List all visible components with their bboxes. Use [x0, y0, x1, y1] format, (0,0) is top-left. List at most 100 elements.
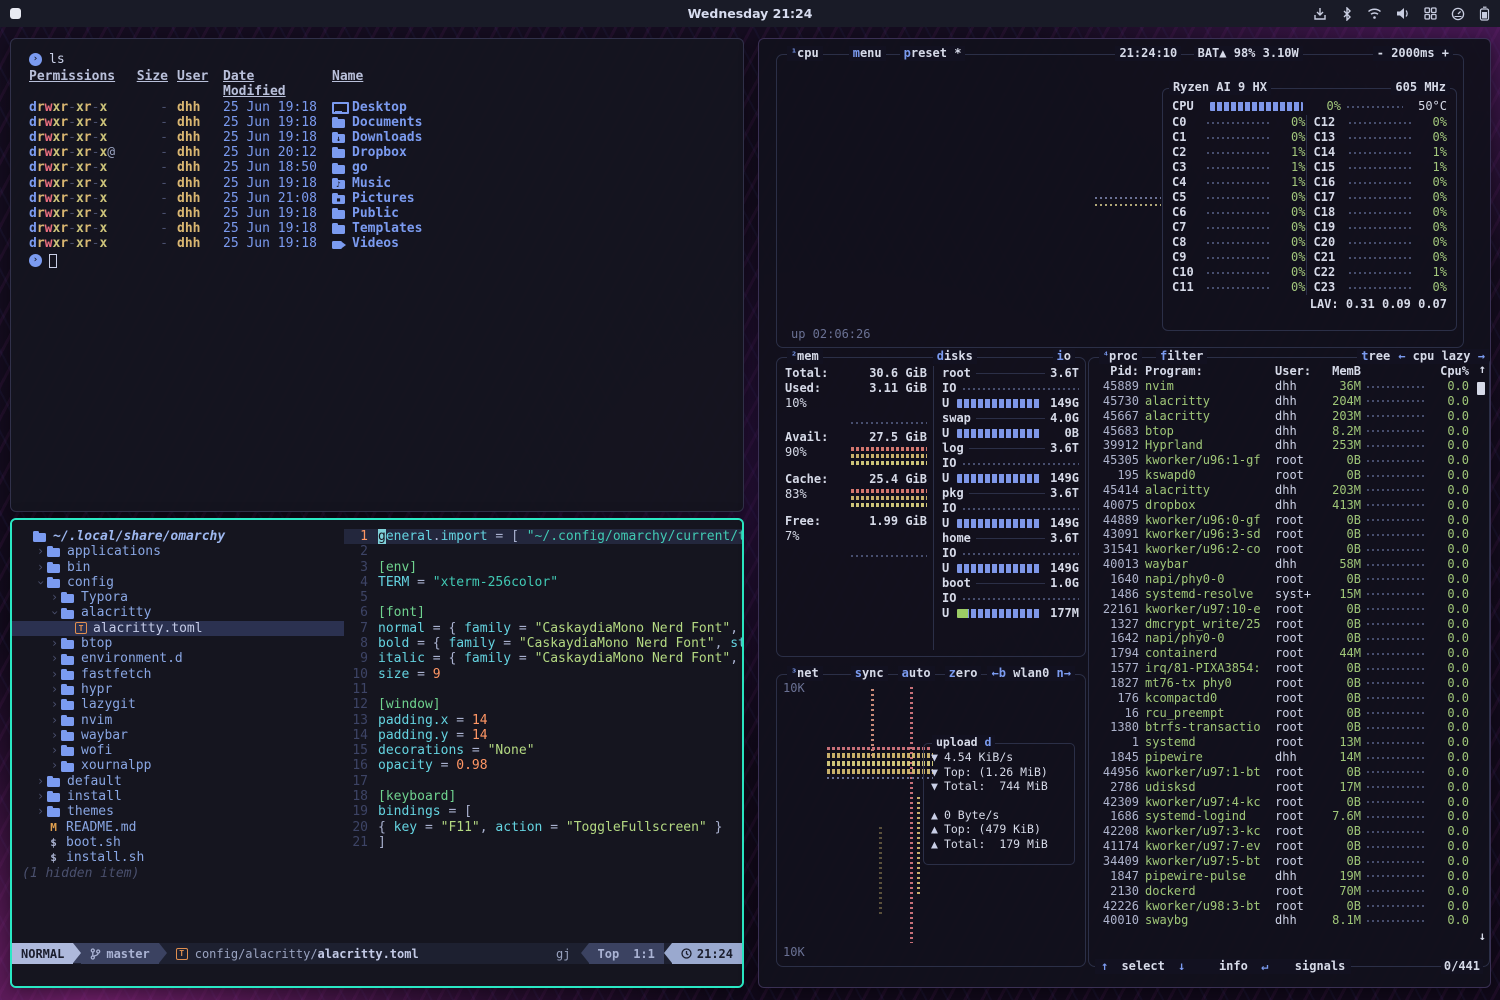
buffer-line[interactable]: 7normal = { family = "CaskaydiaMono Nerd…	[344, 621, 742, 636]
chevron-right-icon[interactable]: ›	[48, 728, 61, 743]
update-interval-control[interactable]: - 2000ms +	[1373, 46, 1453, 61]
process-row[interactable]: 1577irq/81-PIXA3854:root0B0.0	[1097, 661, 1475, 676]
tree-item-config[interactable]: ›config	[12, 575, 344, 590]
tree-item-alacritty.toml[interactable]: Talacritty.toml	[12, 621, 344, 636]
proc-footer-actions[interactable]: ↑ select ↓ info ↵ signals	[1095, 959, 1351, 974]
chevron-right-icon[interactable]: ›	[34, 560, 47, 575]
disks-title[interactable]: disks	[933, 349, 977, 364]
disks-io-toggle[interactable]: io	[1053, 349, 1075, 364]
proc-tree-button[interactable]: tree	[1357, 349, 1394, 364]
buffer-line[interactable]: 1general.import = [ "~/.config/omarchy/c…	[344, 529, 742, 544]
tree-item-default[interactable]: ›default	[12, 774, 344, 789]
process-row[interactable]: 44956kworker/u97:1-btroot0B0.0	[1097, 765, 1475, 780]
tree-item-applications[interactable]: ›applications	[12, 544, 344, 559]
process-row[interactable]: 1794containerdroot44M0.0	[1097, 646, 1475, 661]
process-row[interactable]: 42208kworker/u97:3-kcroot0B0.0	[1097, 824, 1475, 839]
process-row[interactable]: 42309kworker/u97:4-kcroot0B0.0	[1097, 795, 1475, 810]
tree-item-alacritty[interactable]: ›alacritty	[12, 605, 344, 620]
chevron-right-icon[interactable]: ›	[48, 697, 61, 712]
tree-item--.local-share-omarchy[interactable]: ~/.local/share/omarchy	[12, 529, 344, 544]
proc-filter-button[interactable]: filter	[1156, 349, 1207, 364]
tree-item-install[interactable]: ›install	[12, 789, 344, 804]
tree-item-typora[interactable]: ›Typora	[12, 590, 344, 605]
process-row[interactable]: 176kcompactd0root0B0.0	[1097, 691, 1475, 706]
process-row[interactable]: 1686systemd-logindroot7.6M0.0	[1097, 809, 1475, 824]
process-row[interactable]: 45730alacrittydhh204M0.0	[1097, 394, 1475, 409]
process-row[interactable]: 16rcu_preemptroot0B0.0	[1097, 706, 1475, 721]
chevron-right-icon[interactable]: ›	[48, 636, 61, 651]
dashboard-icon[interactable]	[1451, 7, 1465, 21]
git-branch[interactable]: master	[81, 943, 158, 964]
tree-item-boot.sh[interactable]: $boot.sh	[12, 835, 344, 850]
tree-item-readme.md[interactable]: MREADME.md	[12, 820, 344, 835]
buffer-line[interactable]: 12[window]	[344, 697, 742, 712]
cpu-box-title[interactable]: ¹cpu	[787, 46, 823, 61]
buffer-line[interactable]: 14padding.y = 14	[344, 728, 742, 743]
editor-buffer[interactable]: 1general.import = [ "~/.config/omarchy/c…	[344, 520, 742, 943]
updates-icon[interactable]	[1313, 7, 1327, 21]
process-row[interactable]: 45667alacrittydhh203M0.0	[1097, 409, 1475, 424]
volume-icon[interactable]	[1396, 7, 1410, 20]
tree-item-install.sh[interactable]: $install.sh	[12, 850, 344, 865]
buffer-line[interactable]: 20{ key = "F11", action = "ToggleFullscr…	[344, 820, 742, 835]
process-row[interactable]: 45305kworker/u96:1-gfroot0B0.0	[1097, 453, 1475, 468]
process-row[interactable]: 42226kworker/u98:3-btroot0B0.0	[1097, 899, 1475, 914]
buffer-line[interactable]: 16opacity = 0.98	[344, 758, 742, 773]
process-row[interactable]: 40075dropboxdhh413M0.0	[1097, 498, 1475, 513]
process-row[interactable]: 1827mt76-tx phy0root0B0.0	[1097, 676, 1475, 691]
process-row[interactable]: 40010swaybgdhh8.1M0.0	[1097, 913, 1475, 928]
menu-button[interactable]: menu	[849, 46, 886, 61]
tree-item-hypr[interactable]: ›hypr	[12, 682, 344, 697]
chevron-right-icon[interactable]: ›	[48, 651, 61, 666]
neovim-window[interactable]: ~/.local/share/omarchy›applications›bin›…	[10, 518, 744, 988]
tree-item-xournalpp[interactable]: ›xournalpp	[12, 758, 344, 773]
wifi-icon[interactable]	[1367, 7, 1382, 20]
proc-scroll-down[interactable]: ↓	[1479, 929, 1486, 944]
tree-item-waybar[interactable]: ›waybar	[12, 728, 344, 743]
workspaces-icon[interactable]	[1424, 7, 1437, 20]
buffer-line[interactable]: 2	[344, 544, 742, 559]
process-row[interactable]: 31541kworker/u96:2-coroot0B0.0	[1097, 542, 1475, 557]
chevron-right-icon[interactable]: ›	[34, 804, 47, 819]
process-row[interactable]: 1327dmcrypt_write/25root0B0.0	[1097, 617, 1475, 632]
buffer-line[interactable]: 8bold = { family = "CaskaydiaMono Nerd F…	[344, 636, 742, 651]
buffer-line[interactable]: 17	[344, 774, 742, 789]
chevron-right-icon[interactable]: ›	[34, 789, 47, 804]
process-row[interactable]: 45889nvimdhh36M0.0	[1097, 379, 1475, 394]
chevron-down-icon[interactable]: ›	[47, 607, 62, 620]
process-row[interactable]: 34409kworker/u97:5-btroot0B0.0	[1097, 854, 1475, 869]
process-row[interactable]: 45683btopdhh8.2M0.0	[1097, 424, 1475, 439]
chevron-right-icon[interactable]: ›	[34, 774, 47, 789]
process-row[interactable]: 43091kworker/u96:3-sdroot0B0.0	[1097, 527, 1475, 542]
process-row[interactable]: 1845pipewiredhh14M0.0	[1097, 750, 1475, 765]
buffer-line[interactable]: 9italic = { family = "CaskaydiaMono Nerd…	[344, 651, 742, 666]
chevron-right-icon[interactable]: ›	[48, 743, 61, 758]
process-row[interactable]: 1640napi/phy0-0root0B0.0	[1097, 572, 1475, 587]
process-row[interactable]: 41174kworker/u97:7-evroot0B0.0	[1097, 839, 1475, 854]
tree-item-nvim[interactable]: ›nvim	[12, 713, 344, 728]
bluetooth-icon[interactable]	[1341, 7, 1353, 21]
process-row[interactable]: 45414alacrittydhh203M0.0	[1097, 483, 1475, 498]
buffer-line[interactable]: 11	[344, 682, 742, 697]
process-row[interactable]: 1642napi/phy0-0root0B0.0	[1097, 631, 1475, 646]
buffer-line[interactable]: 10size = 9	[344, 667, 742, 682]
net-detail-title[interactable]: upload d	[932, 735, 995, 750]
mem-box-title[interactable]: ²mem	[787, 349, 823, 364]
buffer-line[interactable]: 13padding.x = 14	[344, 713, 742, 728]
preset-button[interactable]: preset *	[900, 46, 966, 61]
btop-window[interactable]: ¹cpu menu preset * 21:24:10 BAT▲ 98% 3.1…	[758, 38, 1491, 988]
tree-item-fastfetch[interactable]: ›fastfetch	[12, 667, 344, 682]
chevron-right-icon[interactable]: ›	[48, 758, 61, 773]
proc-box-title[interactable]: ⁴proc	[1099, 349, 1142, 364]
buffer-line[interactable]: 15decorations = "None"	[344, 743, 742, 758]
buffer-line[interactable]: 4TERM = "xterm-256color"	[344, 575, 742, 590]
proc-scrollbar[interactable]	[1477, 382, 1485, 395]
buffer-line[interactable]: 6[font]	[344, 605, 742, 620]
process-row[interactable]: 195kswapd0root0B0.0	[1097, 468, 1475, 483]
process-row[interactable]: 1systemdroot13M0.0	[1097, 735, 1475, 750]
tree-item-lazygit[interactable]: ›lazygit	[12, 697, 344, 712]
process-row[interactable]: 2130dockerdroot70M0.0	[1097, 884, 1475, 899]
process-row[interactable]: 1486systemd-resolvesyst+15M0.0	[1097, 587, 1475, 602]
chevron-right-icon[interactable]: ›	[34, 544, 47, 559]
buffer-line[interactable]: 18[keyboard]	[344, 789, 742, 804]
